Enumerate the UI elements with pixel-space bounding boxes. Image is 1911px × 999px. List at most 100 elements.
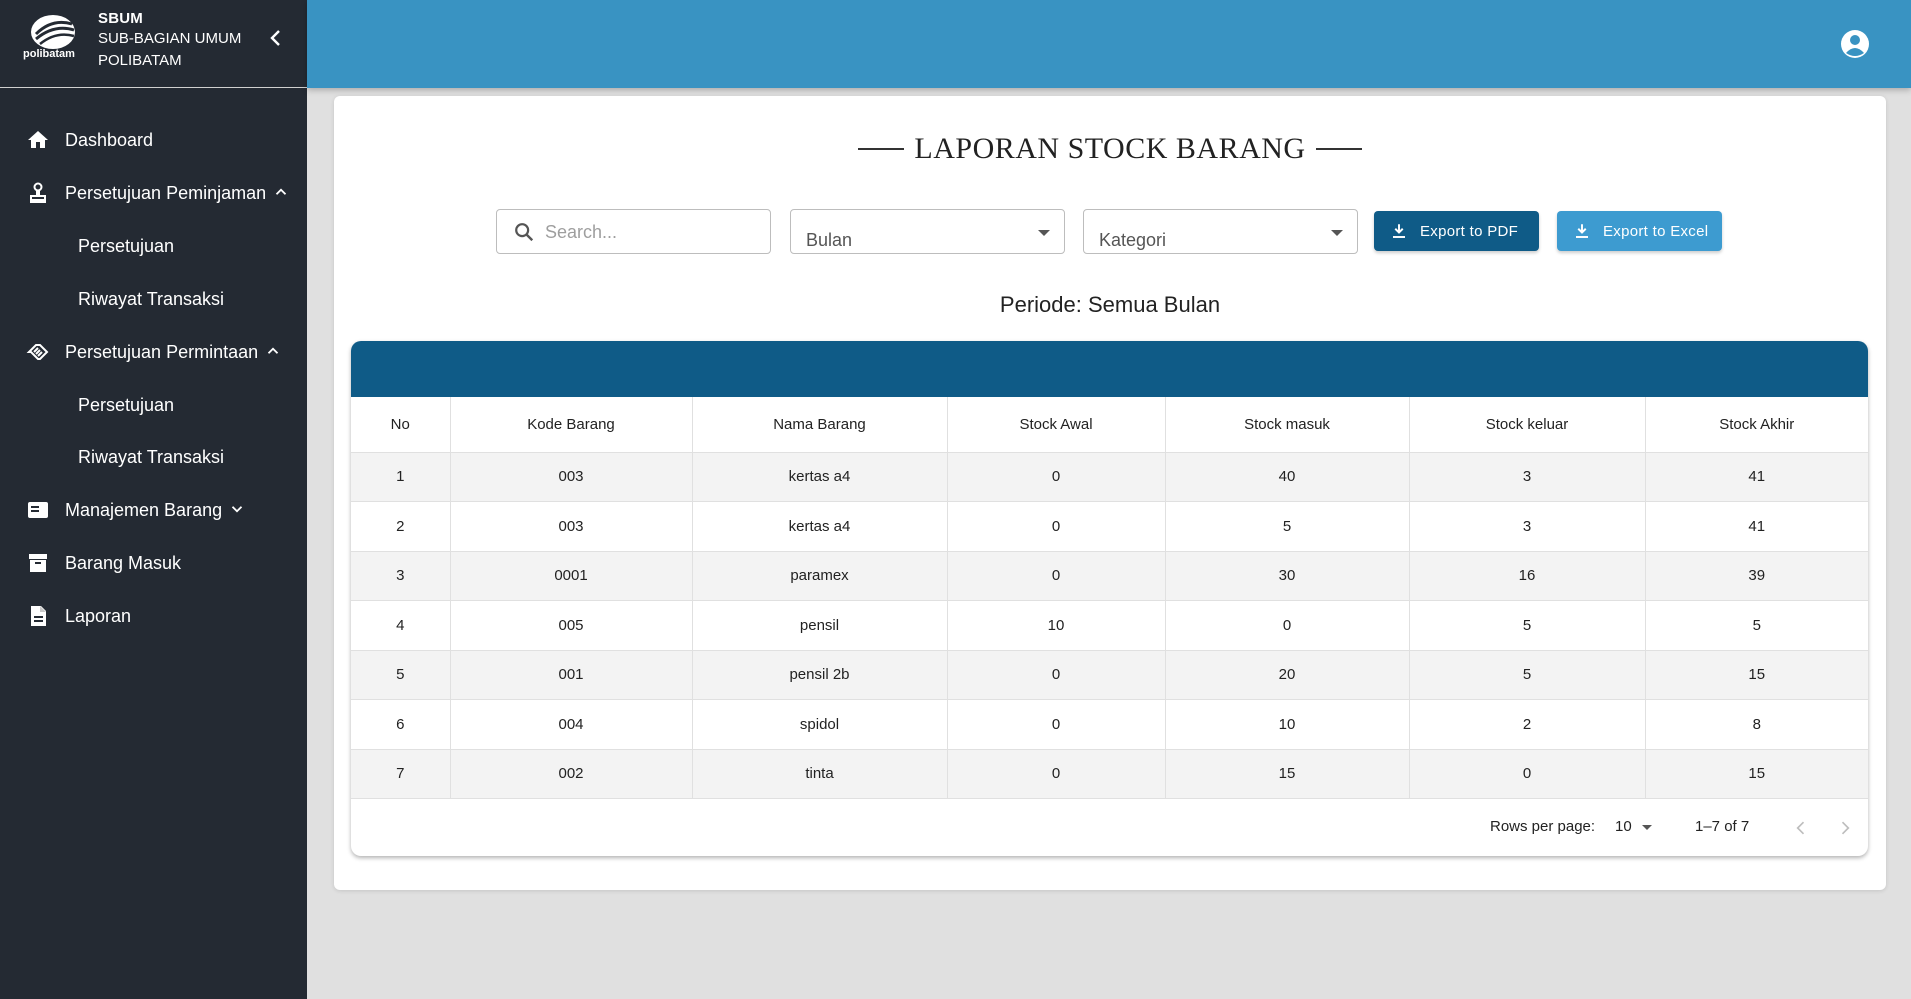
category-select[interactable]: Kategori (1083, 209, 1358, 254)
month-select-value: Bulan (806, 230, 853, 250)
chevron-up-icon (275, 187, 287, 195)
previous-page-icon[interactable] (1791, 818, 1811, 838)
rows-per-page-dropdown-icon[interactable] (1642, 825, 1652, 830)
table-cell: 39 (1645, 551, 1868, 601)
table-cell: 41 (1645, 501, 1868, 552)
export-excel-button[interactable]: Export to Excel (1557, 211, 1722, 251)
inventory-icon (28, 502, 48, 518)
table-row: 3 0001 paramex 0 30 16 39 (351, 551, 1868, 601)
stock-table-container: No Kode Barang Nama Barang Stock Awal St… (351, 341, 1868, 856)
table-cell: 1 (351, 452, 451, 502)
table-cell: 20 (1165, 650, 1410, 700)
table-cell: pensil 2b (692, 650, 948, 700)
sidebar-item-label: Manajemen Barang (65, 500, 246, 521)
table-row: 4 005 pensil 10 0 5 5 (351, 600, 1868, 651)
column-header: Nama Barang (692, 397, 948, 453)
table-cell: 0 (947, 650, 1166, 700)
sidebar-item-label: Persetujuan Peminjaman (65, 183, 290, 204)
app-subtitle-line2: POLIBATAM (98, 52, 182, 69)
sidebar-subitem-persetujuan-permintaan[interactable]: Persetujuan (0, 385, 307, 425)
table-cell: 10 (1165, 699, 1410, 750)
sidebar-item-label: Laporan (65, 605, 132, 626)
sidebar-item-label: Persetujuan Permintaan (65, 342, 282, 363)
sidebar-item-persetujuan-permintaan[interactable]: Persetujuan Permintaan (0, 332, 307, 372)
rows-per-page-select[interactable]: 10 (1615, 818, 1632, 835)
sidebar-subitem-riwayat-peminjaman[interactable]: Riwayat Transaksi (0, 279, 307, 319)
sidebar-item-barang-masuk[interactable]: Barang Masuk (0, 543, 307, 583)
column-header: Stock Akhir (1645, 397, 1868, 453)
table-cell: 5 (1645, 600, 1868, 651)
sidebar-subitem-riwayat-permintaan[interactable]: Riwayat Transaksi (0, 437, 307, 477)
table-cell: 0 (1409, 749, 1646, 799)
export-pdf-button[interactable]: Export to PDF (1374, 211, 1539, 251)
search-icon (515, 223, 534, 242)
sidebar-item-label: Dashboard (65, 129, 154, 150)
table-cell: tinta (692, 749, 948, 799)
stock-table: No Kode Barang Nama Barang Stock Awal St… (351, 397, 1868, 799)
table-cell: 0 (947, 699, 1166, 750)
pagination-range: 1–7 of 7 (1695, 818, 1750, 835)
table-row: 1 003 kertas a4 0 40 3 41 (351, 452, 1868, 502)
sidebar-item-label: Persetujuan (78, 394, 175, 415)
collapse-sidebar-icon[interactable] (264, 26, 288, 50)
search-input[interactable] (545, 218, 760, 246)
table-cell: 10 (947, 600, 1166, 651)
sidebar-subitem-persetujuan-peminjaman[interactable]: Persetujuan (0, 226, 307, 266)
table-cell: 5 (351, 650, 451, 700)
logo-text: polibatam (23, 48, 75, 60)
column-header: Stock Awal (947, 397, 1166, 453)
table-cell: spidol (692, 699, 948, 750)
sidebar-item-text: Persetujuan Peminjaman (65, 182, 267, 203)
table-cell: 2 (351, 501, 451, 552)
column-header: No (351, 397, 451, 453)
sidebar: polibatam SBUM SUB-BAGIAN UMUM POLIBATAM… (0, 0, 307, 999)
sidebar-item-label: Barang Masuk (65, 552, 182, 573)
report-card: LAPORAN STOCK BARANG Bulan Kategori Expo… (334, 96, 1886, 890)
page-title-text: LAPORAN STOCK BARANG (914, 132, 1306, 165)
chevron-up-icon (267, 346, 279, 354)
sidebar-item-persetujuan-peminjaman[interactable]: Persetujuan Peminjaman (0, 173, 307, 213)
table-cell: 2 (1409, 699, 1646, 750)
home-icon (28, 131, 48, 148)
download-icon (1393, 224, 1405, 238)
table-cell: 0 (947, 501, 1166, 552)
title-decoration-left (858, 148, 905, 151)
rows-per-page-label: Rows per page: (1490, 818, 1596, 835)
sidebar-item-label: Riwayat Transaksi (78, 288, 225, 309)
table-row: 5 001 pensil 2b 0 20 5 15 (351, 650, 1868, 700)
account-icon[interactable] (1839, 28, 1871, 60)
table-cell: 005 (450, 600, 693, 651)
archive-icon (29, 554, 47, 572)
sidebar-item-laporan[interactable]: Laporan (0, 596, 307, 636)
table-cell: 0 (947, 452, 1166, 502)
table-cell: 5 (1165, 501, 1410, 552)
sidebar-item-dashboard[interactable]: Dashboard (0, 120, 307, 160)
table-cell: kertas a4 (692, 452, 948, 502)
app-subtitle-line1: SUB-BAGIAN UMUM (98, 30, 242, 47)
table-cell: 40 (1165, 452, 1410, 502)
table-cell: 0 (947, 749, 1166, 799)
table-cell: 3 (351, 551, 451, 601)
category-select-value: Kategori (1099, 230, 1167, 250)
chevron-down-icon (231, 505, 243, 513)
next-page-icon[interactable] (1835, 818, 1855, 838)
sidebar-item-text: Manajemen Barang (65, 499, 223, 520)
export-excel-label: Export to Excel (1603, 222, 1709, 240)
column-header: Stock masuk (1165, 397, 1410, 453)
column-header: Stock keluar (1409, 397, 1646, 453)
sidebar-item-manajemen-barang[interactable]: Manajemen Barang (0, 490, 307, 530)
table-cell: 4 (351, 600, 451, 651)
table-cell: 7 (351, 749, 451, 799)
person-stamp-icon (30, 182, 46, 203)
sidebar-item-text: Persetujuan Permintaan (65, 341, 259, 362)
app-subtitle: SUB-BAGIAN UMUM POLIBATAM (98, 28, 241, 72)
month-select[interactable]: Bulan (790, 209, 1065, 254)
page-title: LAPORAN STOCK BARANG (334, 132, 1886, 166)
table-cell: kertas a4 (692, 501, 948, 552)
search-box[interactable] (496, 209, 771, 254)
sidebar-item-label: Riwayat Transaksi (78, 446, 225, 467)
document-icon (31, 606, 46, 626)
table-header-bar (351, 341, 1868, 397)
table-cell: 3 (1409, 452, 1646, 502)
table-cell: paramex (692, 551, 948, 601)
